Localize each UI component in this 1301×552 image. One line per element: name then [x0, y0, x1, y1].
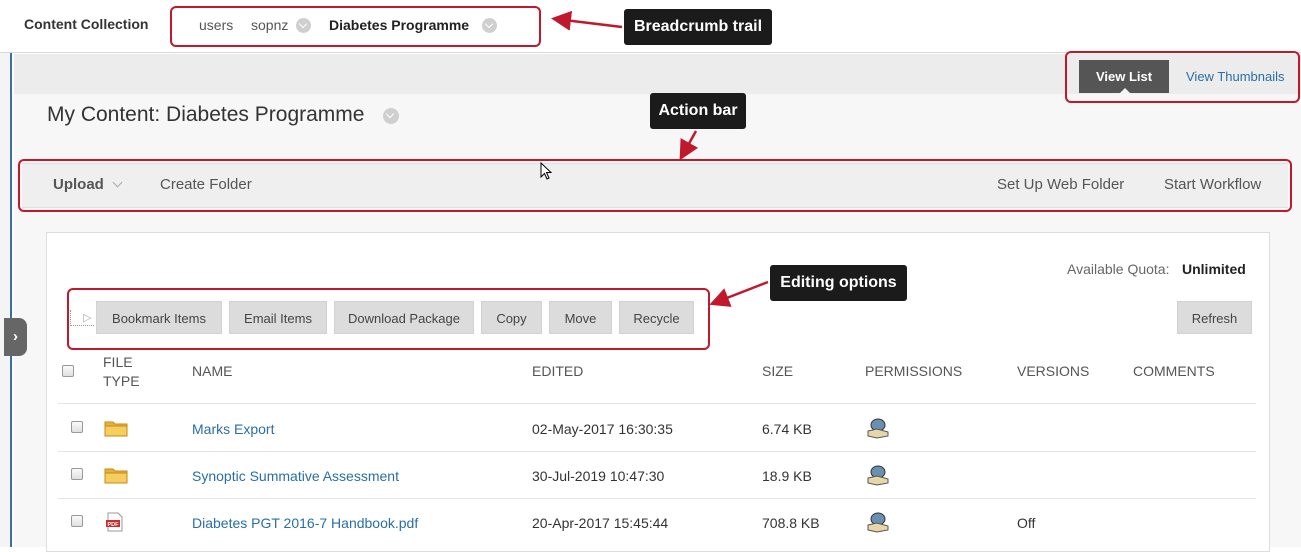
permissions-icon[interactable] [865, 464, 891, 486]
row-divider [58, 498, 1256, 499]
item-edited: 20-Apr-2017 15:45:44 [532, 515, 669, 531]
item-link[interactable]: Synoptic Summative Assessment [192, 468, 399, 484]
app-title: Content Collection [24, 16, 149, 32]
row-divider [58, 403, 1256, 404]
item-size: 708.8 KB [762, 515, 820, 531]
permissions-icon[interactable] [865, 511, 891, 533]
view-toggle-highlight [1065, 51, 1300, 103]
annotation-breadcrumb-label: Breadcrumb trail [624, 9, 772, 45]
annotation-editing-label: Editing options [770, 265, 907, 301]
header-name[interactable]: NAME [192, 363, 232, 379]
refresh-button[interactable]: Refresh [1177, 301, 1252, 334]
row-checkbox[interactable] [71, 468, 83, 480]
item-edited: 30-Jul-2019 10:47:30 [532, 468, 665, 484]
item-link[interactable]: Marks Export [192, 421, 274, 437]
annotation-action-bar-label: Action bar [650, 93, 746, 129]
item-edited: 02-May-2017 16:30:35 [532, 421, 673, 437]
select-all-checkbox[interactable] [62, 365, 74, 377]
item-size: 18.9 KB [762, 468, 812, 484]
folder-icon [104, 468, 128, 484]
svg-text:PDF: PDF [108, 522, 120, 528]
sidebar-expand-icon[interactable]: › [4, 318, 27, 356]
left-strip [0, 53, 12, 547]
editing-options-highlight [67, 288, 710, 350]
quota-value: Unlimited [1182, 261, 1246, 277]
action-bar-highlight [18, 159, 1292, 212]
quota-label: Available Quota: [1067, 261, 1170, 277]
header-file-type-2[interactable]: TYPE [103, 373, 140, 389]
page-title: My Content: Diabetes Programme [47, 103, 365, 126]
header-versions: VERSIONS [1017, 363, 1090, 379]
folder-icon [104, 421, 128, 437]
header-comments: COMMENTS [1133, 363, 1215, 379]
pdf-icon: PDF [106, 512, 123, 532]
header-edited[interactable]: EDITED [532, 363, 583, 379]
permissions-icon[interactable] [865, 417, 891, 439]
chevron-down-icon[interactable] [383, 108, 399, 124]
header-permissions: PERMISSIONS [865, 363, 963, 379]
item-versions: Off [1017, 515, 1036, 531]
breadcrumb-highlight [170, 6, 541, 47]
item-size: 6.74 KB [762, 421, 812, 437]
row-checkbox[interactable] [71, 515, 83, 527]
header-size[interactable]: SIZE [762, 363, 793, 379]
header-file-type[interactable]: FILE [103, 354, 133, 370]
row-divider [58, 451, 1256, 452]
item-link[interactable]: Diabetes PGT 2016-7 Handbook.pdf [192, 515, 418, 531]
content-panel [46, 232, 1270, 552]
row-checkbox[interactable] [71, 421, 83, 433]
